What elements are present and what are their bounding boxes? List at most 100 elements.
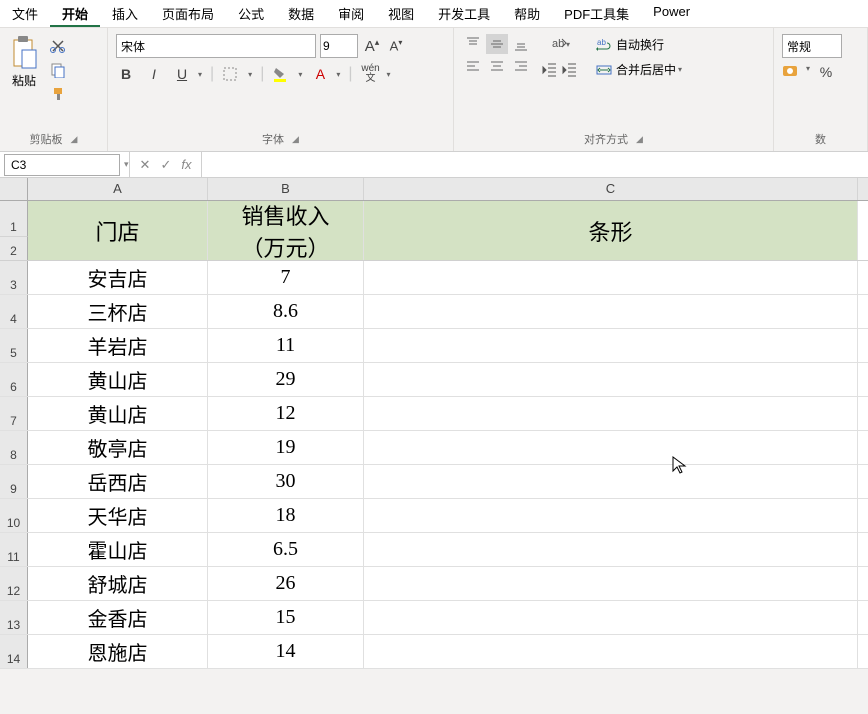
paste-button[interactable]: 粘贴 xyxy=(8,34,40,129)
header-cell-store[interactable]: 门店 xyxy=(28,201,208,260)
align-middle-button[interactable] xyxy=(486,34,508,54)
cell-bar[interactable] xyxy=(364,635,858,668)
cell-sales[interactable]: 12 xyxy=(208,397,364,430)
menu-item-7[interactable]: 视图 xyxy=(376,0,426,27)
confirm-formula-button[interactable]: ✓ xyxy=(160,157,171,173)
row-header-2[interactable]: 2 xyxy=(0,236,28,260)
column-header-a[interactable]: A xyxy=(28,178,208,200)
header-cell-sales[interactable]: 销售收入 （万元） xyxy=(208,201,364,260)
align-center-button[interactable] xyxy=(486,56,508,76)
accounting-format-button[interactable] xyxy=(782,64,802,80)
row-header-12[interactable]: 12 xyxy=(0,567,28,600)
row-header-10[interactable]: 10 xyxy=(0,499,28,532)
alignment-dialog-launcher[interactable]: ◢ xyxy=(636,134,643,145)
cell-sales[interactable]: 30 xyxy=(208,465,364,498)
menu-item-5[interactable]: 数据 xyxy=(276,0,326,27)
increase-indent-button[interactable] xyxy=(562,60,578,80)
fontcolor-dropdown[interactable]: ▾ xyxy=(336,70,340,79)
border-dropdown[interactable]: ▾ xyxy=(248,70,252,79)
row-header-3[interactable]: 3 xyxy=(0,261,28,294)
number-format-select[interactable] xyxy=(782,34,842,58)
cell-store[interactable]: 岳西店 xyxy=(28,465,208,498)
cell-bar[interactable] xyxy=(364,533,858,566)
copy-button[interactable] xyxy=(48,60,68,80)
merge-center-button[interactable]: 合并后居中▾ xyxy=(592,59,686,80)
format-painter-button[interactable] xyxy=(48,84,68,104)
cell-bar[interactable] xyxy=(364,397,858,430)
row-header-8[interactable]: 8 xyxy=(0,431,28,464)
align-left-button[interactable] xyxy=(462,56,484,76)
cell-bar[interactable] xyxy=(364,295,858,328)
fill-dropdown[interactable]: ▾ xyxy=(298,70,302,79)
phonetic-dropdown[interactable]: ▾ xyxy=(387,70,391,79)
cell-store[interactable]: 黄山店 xyxy=(28,397,208,430)
cell-sales[interactable]: 18 xyxy=(208,499,364,532)
cell-sales[interactable]: 8.6 xyxy=(208,295,364,328)
underline-dropdown[interactable]: ▾ xyxy=(198,70,202,79)
cell-sales[interactable]: 29 xyxy=(208,363,364,396)
row-header-13[interactable]: 13 xyxy=(0,601,28,634)
cell-bar[interactable] xyxy=(364,567,858,600)
phonetic-button[interactable]: wén文 xyxy=(361,64,381,84)
cell-bar[interactable] xyxy=(364,329,858,362)
align-right-button[interactable] xyxy=(510,56,532,76)
cell-sales[interactable]: 15 xyxy=(208,601,364,634)
clipboard-dialog-launcher[interactable]: ◢ xyxy=(71,134,78,145)
cell-store[interactable]: 霍山店 xyxy=(28,533,208,566)
column-header-c[interactable]: C xyxy=(364,178,858,200)
cell-bar[interactable] xyxy=(364,431,858,464)
cut-button[interactable] xyxy=(48,36,68,56)
menu-item-2[interactable]: 插入 xyxy=(100,0,150,27)
menu-item-8[interactable]: 开发工具 xyxy=(426,0,502,27)
row-header-5[interactable]: 5 xyxy=(0,329,28,362)
row-header-6[interactable]: 6 xyxy=(0,363,28,396)
border-button[interactable] xyxy=(222,66,242,82)
fill-color-button[interactable] xyxy=(272,66,292,82)
cell-store[interactable]: 安吉店 xyxy=(28,261,208,294)
cell-store[interactable]: 舒城店 xyxy=(28,567,208,600)
row-header-4[interactable]: 4 xyxy=(0,295,28,328)
orientation-button[interactable]: ab▾ xyxy=(542,34,578,54)
cell-store[interactable]: 天华店 xyxy=(28,499,208,532)
row-header-1[interactable]: 1 xyxy=(0,201,28,236)
menu-item-9[interactable]: 帮助 xyxy=(502,0,552,27)
cell-store[interactable]: 羊岩店 xyxy=(28,329,208,362)
cell-bar[interactable] xyxy=(364,465,858,498)
cell-bar[interactable] xyxy=(364,601,858,634)
cell-store[interactable]: 敬亭店 xyxy=(28,431,208,464)
select-all-corner[interactable] xyxy=(0,178,28,200)
cell-store[interactable]: 恩施店 xyxy=(28,635,208,668)
cell-sales[interactable]: 26 xyxy=(208,567,364,600)
increase-font-button[interactable]: A▴ xyxy=(362,37,382,55)
wrap-text-button[interactable]: ab自动换行 xyxy=(592,34,686,55)
menu-item-10[interactable]: PDF工具集 xyxy=(552,0,641,27)
font-size-select[interactable] xyxy=(320,34,358,58)
menu-item-6[interactable]: 审阅 xyxy=(326,0,376,27)
cell-sales[interactable]: 11 xyxy=(208,329,364,362)
font-name-select[interactable] xyxy=(116,34,316,58)
menu-item-4[interactable]: 公式 xyxy=(226,0,276,27)
cancel-formula-button[interactable]: ✕ xyxy=(140,157,151,173)
menu-item-1[interactable]: 开始 xyxy=(50,0,100,27)
formula-input[interactable] xyxy=(202,152,868,177)
underline-button[interactable]: U xyxy=(172,66,192,82)
cell-bar[interactable] xyxy=(364,363,858,396)
cell-sales[interactable]: 14 xyxy=(208,635,364,668)
align-top-button[interactable] xyxy=(462,34,484,54)
row-header-7[interactable]: 7 xyxy=(0,397,28,430)
cell-store[interactable]: 三杯店 xyxy=(28,295,208,328)
bold-button[interactable]: B xyxy=(116,66,136,82)
cell-bar[interactable] xyxy=(364,499,858,532)
cell-sales[interactable]: 7 xyxy=(208,261,364,294)
row-header-9[interactable]: 9 xyxy=(0,465,28,498)
align-bottom-button[interactable] xyxy=(510,34,532,54)
font-dialog-launcher[interactable]: ◢ xyxy=(292,134,299,145)
name-box[interactable] xyxy=(4,154,120,176)
column-header-b[interactable]: B xyxy=(208,178,364,200)
cell-sales[interactable]: 19 xyxy=(208,431,364,464)
italic-button[interactable]: I xyxy=(144,66,164,82)
menu-item-0[interactable]: 文件 xyxy=(0,0,50,27)
cell-sales[interactable]: 6.5 xyxy=(208,533,364,566)
cell-store[interactable]: 黄山店 xyxy=(28,363,208,396)
font-color-button[interactable]: A xyxy=(310,66,330,82)
